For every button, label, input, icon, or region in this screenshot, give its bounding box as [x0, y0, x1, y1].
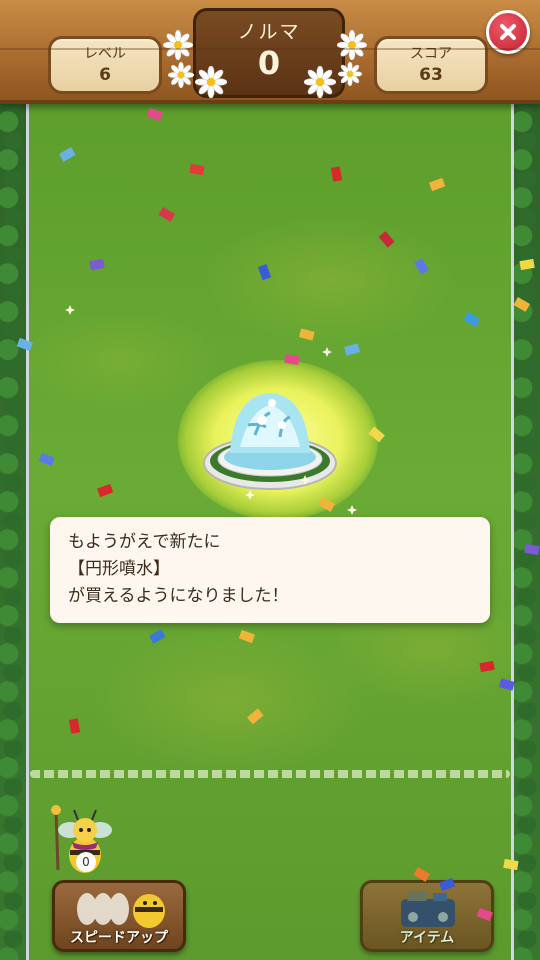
daisy-icon	[336, 29, 368, 61]
message-line-2: 【円形噴水】	[68, 559, 170, 579]
bee-speed-icon	[77, 893, 165, 928]
item-button[interactable]: アイテム	[360, 880, 494, 952]
daisy-icon	[167, 61, 195, 89]
close-icon	[500, 24, 516, 40]
daisy-icon	[162, 29, 194, 61]
item-label: アイテム	[399, 930, 455, 946]
level-value: 6	[99, 65, 111, 85]
boundary-line	[30, 770, 510, 778]
level-label: レベル	[84, 46, 126, 62]
score-panel: スコア 63	[374, 36, 488, 94]
close-button[interactable]	[486, 10, 530, 54]
message-line-3: が買えるようになりました！	[68, 586, 289, 606]
daisy-icon	[194, 65, 228, 99]
bee-count-badge: 0	[76, 852, 96, 872]
score-label: スコア	[410, 46, 452, 62]
message-line-1: もようがえで新たに	[68, 532, 221, 552]
level-panel: レベル 6	[48, 36, 162, 94]
score-value: 63	[419, 65, 443, 85]
speed-up-label: スピードアップ	[70, 930, 168, 946]
norma-label: ノルマ	[237, 21, 301, 43]
speed-up-button[interactable]: スピードアップ	[52, 880, 186, 952]
fountain-icon	[200, 375, 340, 495]
top-bar: レベル 6 ノルマ 0 スコア 63	[0, 0, 540, 104]
daisy-icon	[303, 65, 337, 99]
unlock-message: もようがえで新たに 【円形噴水】 が買えるようになりました！	[50, 517, 490, 623]
toolbox-icon	[401, 891, 455, 927]
daisy-icon	[337, 61, 363, 87]
left-hedge	[0, 95, 29, 960]
right-hedge	[511, 95, 540, 960]
